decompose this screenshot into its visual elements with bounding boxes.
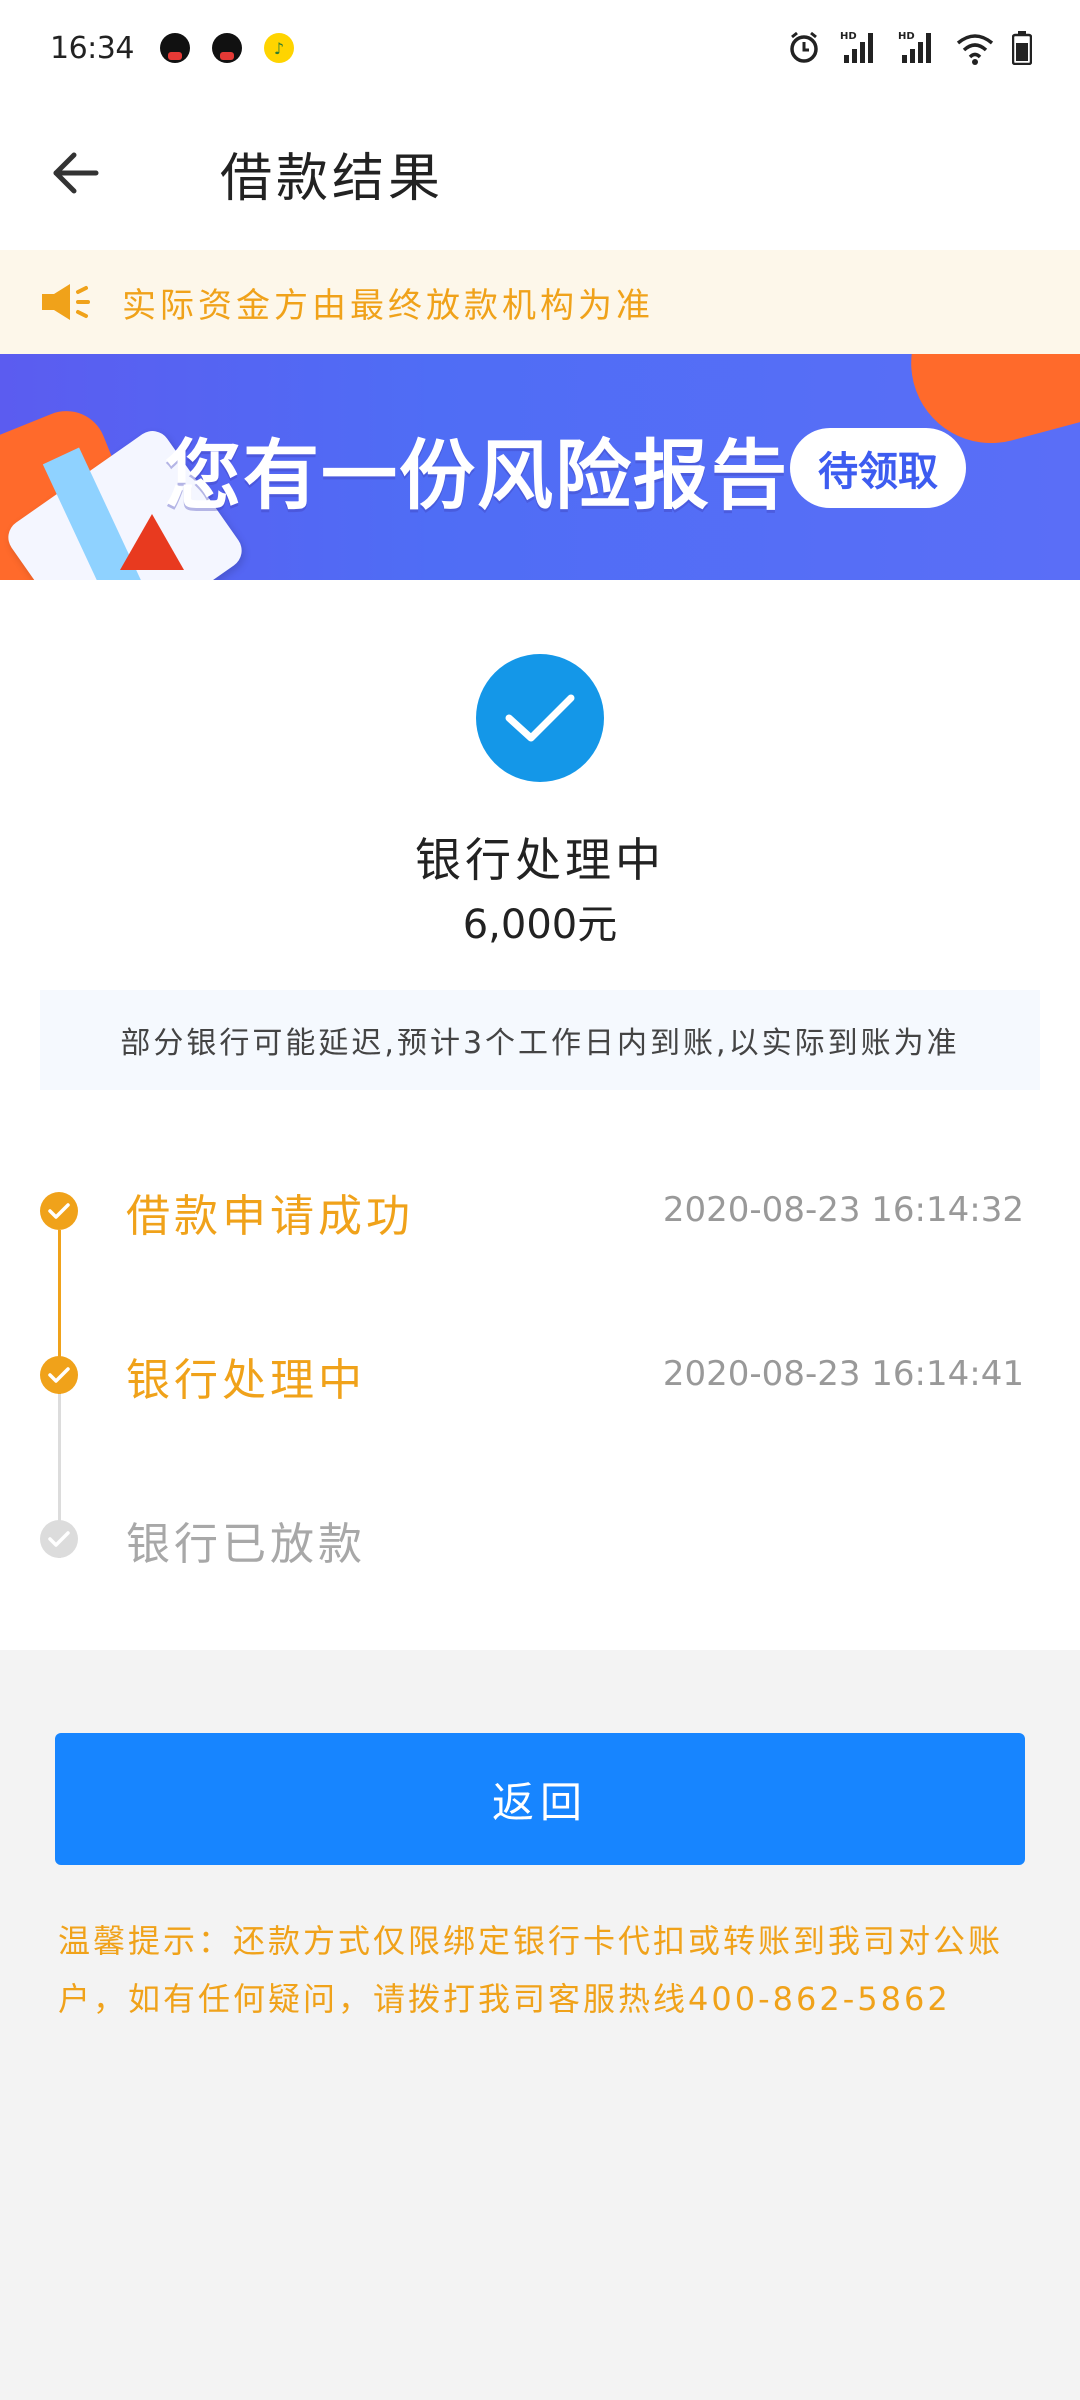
system-icons: HD HD <box>786 31 1032 65</box>
warm-tips: 温馨提示：还款方式仅限绑定银行卡代扣或转账到我司对公账户，如有任何疑问，请拨打我… <box>58 1922 1004 2018</box>
result-card: 银行处理中 6,000元 部分银行可能延迟,预计3个工作日内到账,以实际到账为准… <box>0 580 1080 1650</box>
return-button[interactable]: 返回 <box>55 1733 1025 1865</box>
battery-icon <box>1012 31 1032 65</box>
music-icon: ♪ <box>263 33 294 63</box>
status-bar: 16:34 ♪ HD HD <box>0 0 1080 96</box>
svg-text:HD: HD <box>840 31 857 42</box>
timeline-step: 银行处理中 2020-08-23 16:14:41 <box>0 1344 1080 1406</box>
speaker-icon <box>40 280 92 324</box>
banner-claim-pill[interactable]: 待领取 <box>790 428 966 508</box>
qq-icon <box>159 33 190 63</box>
qq-icon <box>211 33 242 63</box>
risk-report-banner[interactable]: 您有一份风险报告 待领取 <box>0 354 1080 580</box>
arrival-info: 部分银行可能延迟,预计3个工作日内到账,以实际到账为准 <box>40 990 1040 1090</box>
timeline-step: 银行已放款 <box>0 1508 1080 1570</box>
timeline-step-label: 银行处理中 <box>126 1355 366 1406</box>
notification-icons: ♪ <box>159 33 294 63</box>
check-circle-icon <box>476 654 604 782</box>
timeline-step-label: 银行已放款 <box>126 1519 366 1570</box>
timeline-step-label: 借款申请成功 <box>126 1191 414 1242</box>
page-title: 借款结果 <box>220 148 445 209</box>
app-header: 借款结果 <box>0 96 1080 250</box>
timeline-step-time: 2020-08-23 16:14:32 <box>662 1190 1024 1230</box>
loan-amount: 6,000元 <box>462 902 618 948</box>
svg-text:HD: HD <box>898 31 915 42</box>
back-button[interactable] <box>16 113 136 233</box>
wifi-icon <box>956 31 994 65</box>
hd-signal-icon: HD <box>898 31 938 65</box>
banner-title: 您有一份风险报告 <box>165 431 789 520</box>
back-arrow-icon <box>53 152 99 194</box>
notice-bar: 实际资金方由最终放款机构为准 <box>0 250 1080 354</box>
notice-text: 实际资金方由最终放款机构为准 <box>122 285 654 326</box>
check-icon <box>40 1356 78 1394</box>
timeline-step-time: 2020-08-23 16:14:41 <box>662 1354 1024 1394</box>
check-icon <box>40 1520 78 1558</box>
alarm-icon <box>786 31 822 65</box>
result-status: 银行处理中 <box>415 833 665 887</box>
hd-signal-icon: HD <box>840 31 880 65</box>
check-icon <box>40 1192 78 1230</box>
timeline-step: 借款申请成功 2020-08-23 16:14:32 <box>0 1180 1080 1242</box>
status-time: 16:34 <box>50 30 134 66</box>
